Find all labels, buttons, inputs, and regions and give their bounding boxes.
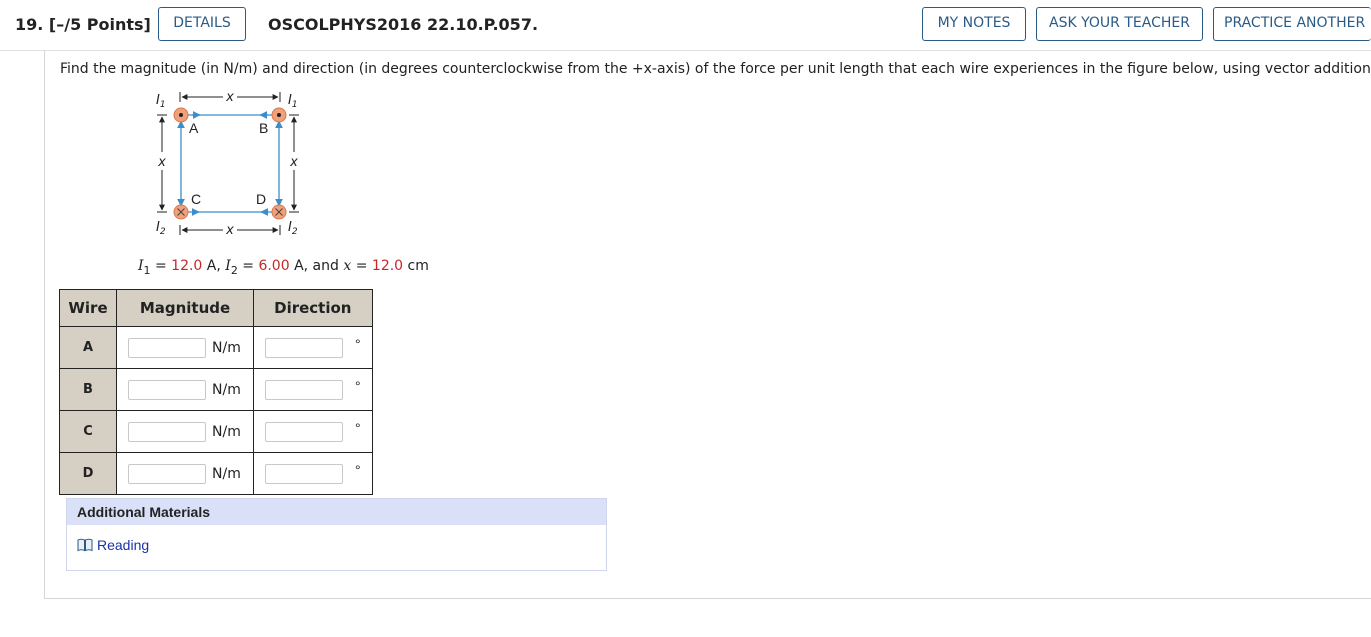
wire-b-out-dot	[277, 113, 281, 117]
current-label-top-right: I1	[288, 93, 298, 110]
additional-materials-box: Additional Materials Reading	[66, 498, 607, 571]
practice-another-button[interactable]: PRACTICE ANOTHER	[1213, 7, 1371, 41]
unit-label: N/m	[212, 381, 241, 398]
magnitude-input-a[interactable]	[128, 337, 206, 358]
wire-cell: C	[59, 410, 117, 453]
x-value: 12.0	[371, 258, 404, 274]
current-label-bottom-right: I2	[288, 220, 298, 237]
degree-symbol: °	[355, 419, 361, 436]
degree-symbol: °	[355, 377, 361, 394]
table-row: A N/m °	[59, 326, 373, 369]
magnitude-cell: N/m	[116, 326, 254, 369]
magnitude-cell: N/m	[116, 368, 254, 411]
reading-link-label[interactable]: Reading	[97, 537, 149, 553]
magnitude-input-c[interactable]	[128, 421, 206, 442]
dim-left-label: x	[157, 155, 166, 170]
direction-cell: °	[253, 368, 373, 411]
figure-diagram: x x x x I1 I1 I2 I2 A B C D	[156, 90, 299, 238]
direction-input-d[interactable]	[265, 463, 343, 484]
table-row: B N/m °	[59, 368, 373, 411]
i2-value: 6.00	[258, 258, 290, 274]
dim-right-label: x	[289, 155, 298, 170]
given-values: I1 = 12.0 A, I2 = 6.00 A, and x = 12.0 c…	[138, 258, 429, 277]
direction-cell: °	[253, 410, 373, 453]
table-header-row: Wire Magnitude Direction	[59, 289, 373, 327]
unit-label: N/m	[212, 423, 241, 440]
unit-label: N/m	[212, 465, 241, 482]
magnitude-input-b[interactable]	[128, 379, 206, 400]
answer-table: Wire Magnitude Direction A N/m ° B N/m °…	[59, 289, 373, 495]
book-icon	[77, 538, 93, 552]
wire-square-figure: x x x x I1 I1 I2 I2 A B C D	[140, 88, 310, 244]
details-button[interactable]: DETAILS	[158, 7, 246, 41]
header-magnitude: Magnitude	[116, 289, 254, 327]
direction-cell: °	[253, 326, 373, 369]
my-notes-button[interactable]: MY NOTES	[922, 7, 1026, 41]
magnitude-cell: N/m	[116, 410, 254, 453]
direction-input-a[interactable]	[265, 337, 343, 358]
unit-label: N/m	[212, 339, 241, 356]
magnitude-cell: N/m	[116, 452, 254, 495]
wire-a-label: A	[189, 120, 199, 136]
wire-cell: B	[59, 368, 117, 411]
table-row: D N/m °	[59, 452, 373, 495]
current-label-bottom-left: I2	[156, 220, 166, 237]
wire-cell: A	[59, 326, 117, 369]
question-header: 19. [–/5 Points] DETAILS OSCOLPHYS2016 2…	[0, 0, 1371, 51]
wire-cell: D	[59, 452, 117, 495]
question-prompt: Find the magnitude (in N/m) and directio…	[60, 61, 1371, 77]
dim-top-label: x	[225, 90, 234, 105]
header-direction: Direction	[253, 289, 373, 327]
wire-c-label: C	[191, 191, 201, 207]
additional-materials-title: Additional Materials	[67, 499, 606, 525]
table-row: C N/m °	[59, 410, 373, 453]
i1-value: 12.0	[171, 258, 203, 274]
degree-symbol: °	[355, 335, 361, 352]
direction-cell: °	[253, 452, 373, 495]
reading-link[interactable]: Reading	[77, 537, 149, 553]
question-number-points: 19. [–/5 Points]	[15, 15, 151, 34]
wire-b-label: B	[259, 120, 268, 136]
question-code: OSCOLPHYS2016 22.10.P.057.	[268, 15, 539, 34]
wire-a-out-dot	[179, 113, 183, 117]
ask-teacher-button[interactable]: ASK YOUR TEACHER	[1036, 7, 1203, 41]
header-wire: Wire	[59, 289, 117, 327]
direction-input-b[interactable]	[265, 379, 343, 400]
wire-d-label: D	[256, 191, 266, 207]
direction-input-c[interactable]	[265, 421, 343, 442]
dim-bottom-label: x	[225, 223, 234, 238]
current-label-top-left: I1	[156, 93, 166, 110]
degree-symbol: °	[355, 461, 361, 478]
magnitude-input-d[interactable]	[128, 463, 206, 484]
